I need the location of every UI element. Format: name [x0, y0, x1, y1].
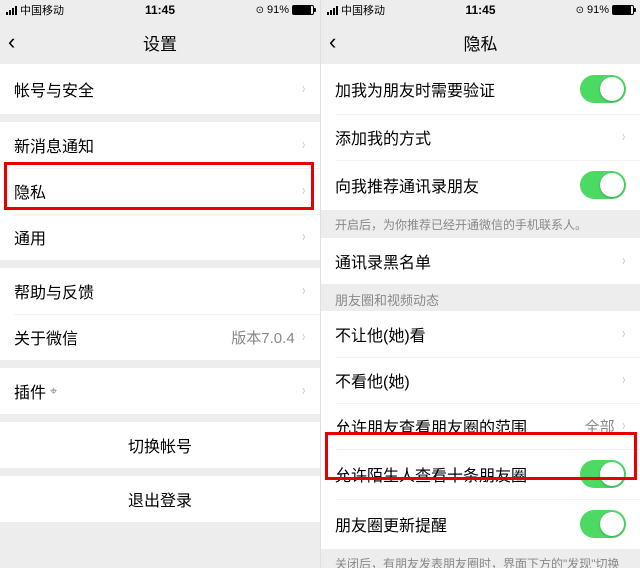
battery-pct: 91% [587, 4, 609, 16]
chevron-right-icon: › [302, 228, 305, 246]
row-blacklist[interactable]: 通讯录黑名单 › [321, 238, 640, 284]
signal-icon [6, 6, 17, 15]
chevron-right-icon: › [302, 80, 305, 98]
carrier-label: 中国移动 [20, 2, 64, 18]
row-logout[interactable]: 退出登录 [0, 476, 320, 522]
battery-icon [612, 5, 634, 15]
row-dont-let-see[interactable]: 不让他(她)看 › [321, 311, 640, 357]
settings-list: 帐号与安全 › 新消息通知 › 隐私 › 通用 › [0, 64, 320, 568]
moments-update-note: 关闭后，有朋友发表朋友圈时，界面下方的"发现"切换按钮上不再出现红点提示。 [321, 549, 640, 568]
about-version: 版本7.0.4 [231, 327, 294, 348]
chevron-right-icon: › [622, 252, 625, 270]
privacy-screen: 中国移动 11:45 ⊙ 91% ‹ 隐私 加我为朋友时需要验证 添加我的方式 [320, 0, 640, 568]
signal-icon [327, 6, 338, 15]
alarm-icon: ⊙ [576, 5, 584, 16]
status-bar: 中国移动 11:45 ⊙ 91% [0, 0, 320, 20]
row-account-security[interactable]: 帐号与安全 › [0, 64, 320, 114]
row-new-message-notify[interactable]: 新消息通知 › [0, 122, 320, 168]
nav-bar: ‹ 隐私 [321, 20, 640, 64]
row-stranger-ten[interactable]: 允许陌生人查看十条朋友圈 [321, 449, 640, 499]
row-add-me-ways[interactable]: 添加我的方式 › [321, 114, 640, 160]
row-plugin[interactable]: 插件⌖ › [0, 368, 320, 414]
switch-moments-update[interactable] [580, 510, 626, 538]
row-help-feedback[interactable]: 帮助与反馈 › [0, 268, 320, 314]
status-time: 11:45 [145, 3, 175, 17]
back-button[interactable]: ‹ [329, 20, 336, 64]
privacy-list: 加我为朋友时需要验证 添加我的方式 › 向我推荐通讯录朋友 开启后，为你推荐已经… [321, 64, 640, 568]
row-visible-range[interactable]: 允许朋友查看朋友圈的范围 全部 › [321, 403, 640, 449]
status-time: 11:45 [465, 3, 495, 17]
alarm-icon: ⊙ [256, 5, 264, 16]
nav-title: 隐私 [464, 30, 498, 55]
chevron-right-icon: › [622, 417, 625, 435]
row-about-wechat[interactable]: 关于微信 版本7.0.4 › [0, 314, 320, 360]
status-bar: 中国移动 11:45 ⊙ 91% [321, 0, 640, 20]
chevron-right-icon: › [302, 282, 305, 300]
chevron-right-icon: › [622, 128, 625, 146]
switch-recommend-contacts[interactable] [580, 171, 626, 199]
chevron-right-icon: › [302, 182, 305, 200]
chevron-right-icon: › [302, 136, 305, 154]
row-privacy[interactable]: 隐私 › [0, 168, 320, 214]
section-moments: 朋友圈和视频动态 [321, 284, 640, 311]
settings-screen: 中国移动 11:45 ⊙ 91% ‹ 设置 帐号与安全 › 新消息通知 [0, 0, 320, 568]
recommend-note: 开启后，为你推荐已经开通微信的手机联系人。 [321, 210, 640, 234]
row-recommend-contacts[interactable]: 向我推荐通讯录朋友 [321, 160, 640, 210]
carrier-label: 中国移动 [341, 2, 385, 18]
chevron-right-icon: › [622, 371, 625, 389]
row-general[interactable]: 通用 › [0, 214, 320, 260]
visible-range-value: 全部 [585, 416, 615, 437]
row-friend-verify[interactable]: 加我为朋友时需要验证 [321, 64, 640, 114]
nav-bar: ‹ 设置 [0, 20, 320, 64]
battery-icon [292, 5, 314, 15]
chevron-right-icon: › [302, 382, 305, 400]
battery-pct: 91% [267, 4, 289, 16]
back-button[interactable]: ‹ [8, 20, 15, 64]
chevron-right-icon: › [622, 325, 625, 343]
chevron-right-icon: › [302, 328, 305, 346]
row-moments-update[interactable]: 朋友圈更新提醒 [321, 499, 640, 549]
row-switch-account[interactable]: 切换帐号 [0, 422, 320, 468]
nav-title: 设置 [143, 30, 177, 55]
row-dont-see[interactable]: 不看他(她) › [321, 357, 640, 403]
compass-icon: ⌖ [50, 383, 57, 399]
switch-friend-verify[interactable] [580, 75, 626, 103]
switch-stranger-ten[interactable] [580, 460, 626, 488]
